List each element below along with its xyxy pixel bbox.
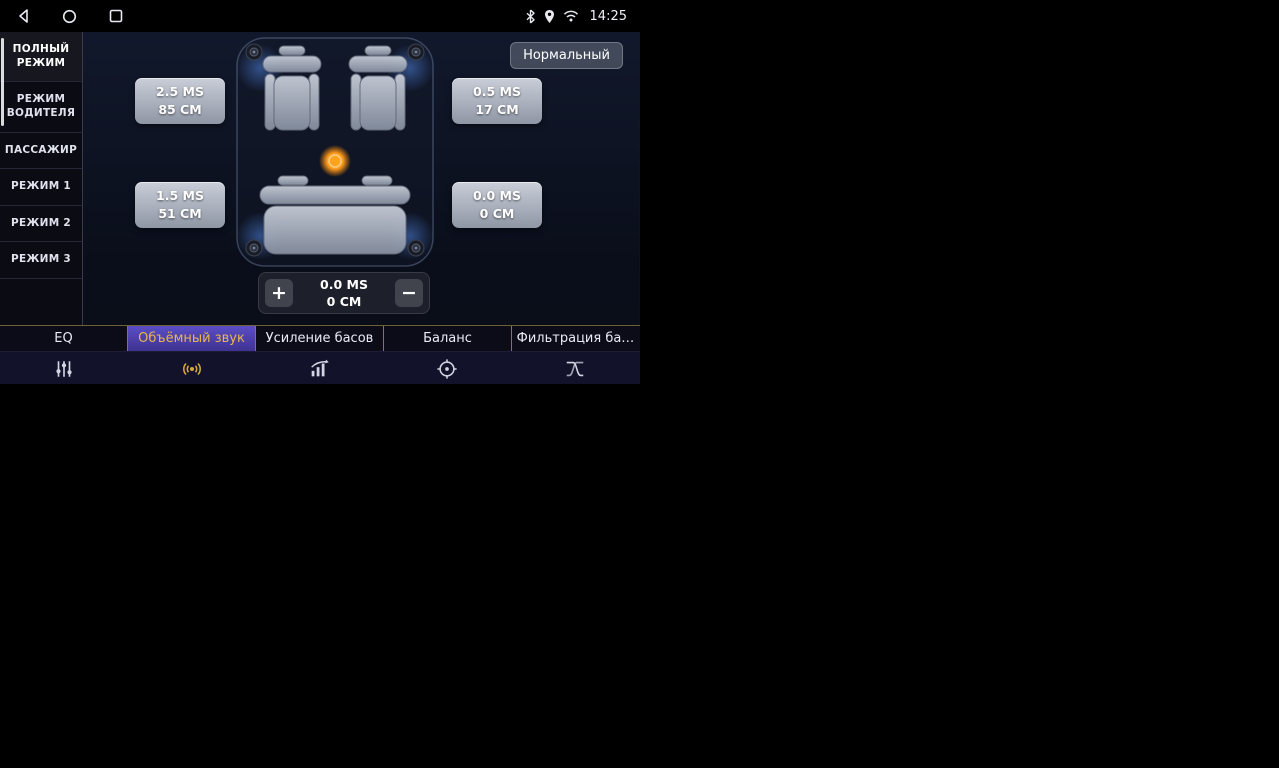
balance-icon[interactable] [383,352,511,384]
surround-mode-item[interactable]: РЕЖИМ 2 [0,206,82,243]
delay-ms: 2.5 MS [137,83,223,101]
tab-filter[interactable]: Фильтрация ба… [511,326,639,351]
surround-mode-item[interactable]: РЕЖИМ 3 [0,242,82,279]
audio-tabbar: EQОбъёмный звукУсиление басовБалансФильт… [0,325,639,384]
tab-bass[interactable]: Усиление басов [255,326,383,351]
delay-front-left[interactable]: 2.5 MS 85 CM [135,78,225,124]
wifi-icon [563,10,579,22]
scrollbar[interactable] [1,38,4,126]
delay-cm: 0 CM [320,293,368,311]
listening-position-dot[interactable] [329,155,341,167]
bass-icon[interactable] [256,352,384,384]
surround-icon[interactable] [128,352,256,384]
delay-ms: 1.5 MS [137,187,223,205]
surround-mode-item[interactable]: РЕЖИМ ВОДИТЕЛЯ [0,82,82,132]
surround-mode-item[interactable]: РЕЖИМ 1 [0,169,82,206]
tab-labels-row: EQОбъёмный звукУсиление басовБалансФильт… [0,326,639,351]
head-unit-screen: 14:25 87.5091.6095.7099.80103.90108.00 F… [0,0,1279,768]
center-delay-values: 0.0 MS 0 CM [320,276,368,311]
tab-icons-row [0,351,639,384]
bluetooth-icon [525,9,536,24]
nav-icons [16,8,123,24]
delay-front-right[interactable]: 0.5 MS 17 CM [452,78,542,124]
delay-cm: 17 CM [454,101,540,119]
status-time: 14:25 [590,9,627,24]
status-icons: 14:25 [525,9,627,24]
nav-recents-icon[interactable] [109,9,123,23]
location-icon [544,9,555,24]
car-cabin-graphic [232,34,438,270]
surround-mode-item[interactable]: ПОЛНЫЙ РЕЖИМ [0,32,82,82]
delay-ms: 0.0 MS [320,276,368,294]
filter-icon[interactable] [511,352,639,384]
tab-eq[interactable]: EQ [0,326,127,351]
tab-surround[interactable]: Объёмный звук [127,326,255,351]
delay-rear-left[interactable]: 1.5 MS 51 CM [135,182,225,228]
nav-home-icon[interactable] [62,9,77,24]
delay-ms: 0.0 MS [454,187,540,205]
surround-sound-screen: 14:25 ПОЛНЫЙ РЕЖИМРЕЖИМ ВОДИТЕЛЯПАССАЖИР… [0,0,639,384]
delay-increase-button[interactable]: + [265,279,293,307]
delay-cm: 51 CM [137,205,223,223]
sound-preset-button[interactable]: Нормальный [510,42,623,69]
surround-mode-list: ПОЛНЫЙ РЕЖИМРЕЖИМ ВОДИТЕЛЯПАССАЖИРРЕЖИМ … [0,32,83,326]
center-delay-control: + 0.0 MS 0 CM − [258,272,430,314]
delay-ms: 0.5 MS [454,83,540,101]
delay-decrease-button[interactable]: − [395,279,423,307]
nav-back-icon[interactable] [16,8,30,24]
delay-cm: 0 CM [454,205,540,223]
eq-icon[interactable] [0,352,128,384]
delay-rear-right[interactable]: 0.0 MS 0 CM [452,182,542,228]
surround-mode-item[interactable]: ПАССАЖИР [0,133,82,170]
tab-balance[interactable]: Баланс [383,326,511,351]
status-bar: 14:25 [0,0,639,32]
delay-cm: 85 CM [137,101,223,119]
